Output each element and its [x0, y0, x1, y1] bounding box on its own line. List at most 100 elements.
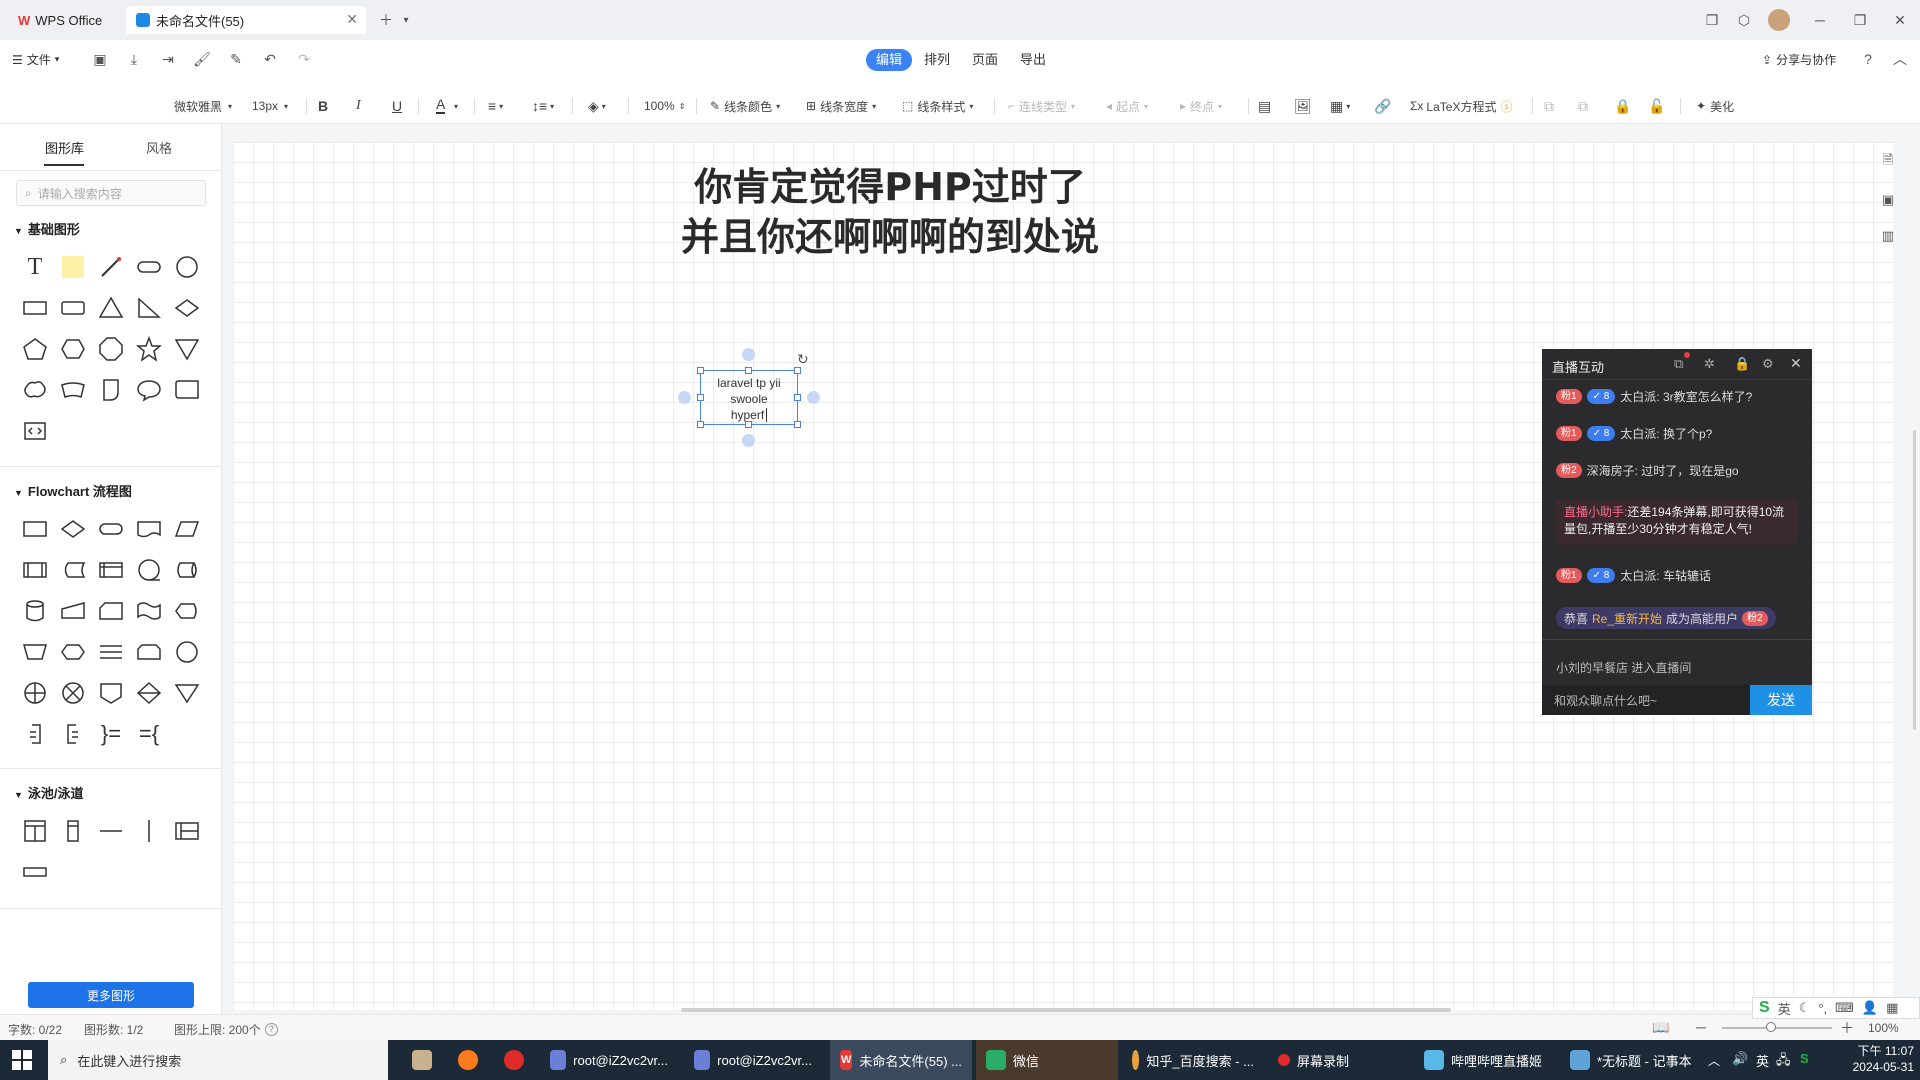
tab-wps-office[interactable]: W WPS Office — [8, 6, 120, 34]
connection-point[interactable] — [742, 434, 755, 447]
taskbar-task-notepad[interactable]: *无标题 - 记事本 — [1560, 1040, 1702, 1080]
tray-ime-indicator[interactable]: 英 — [1756, 1051, 1769, 1070]
stored-data-icon[interactable] — [58, 555, 88, 585]
layout-panel-icon[interactable]: ▣ — [1876, 188, 1900, 212]
sogou-tray-icon[interactable]: S — [1800, 1051, 1809, 1066]
mode-tab-page[interactable]: 页面 — [962, 49, 1008, 71]
taskbar-app-recorder[interactable] — [494, 1040, 534, 1080]
internal-storage-icon[interactable] — [96, 555, 126, 585]
swimlane-vertical-icon[interactable] — [58, 816, 88, 846]
database-icon[interactable] — [20, 596, 50, 626]
display-icon[interactable] — [172, 596, 202, 626]
vertical-separator-icon[interactable] — [134, 816, 164, 846]
right-triangle-icon[interactable] — [134, 293, 164, 323]
resize-handle[interactable] — [794, 421, 801, 428]
redo-icon[interactable]: ↷ — [294, 49, 314, 69]
restore-icon[interactable]: ❐ — [1850, 10, 1870, 30]
circle-icon[interactable] — [172, 252, 202, 282]
loop-limit-icon[interactable] — [134, 637, 164, 667]
connection-point[interactable] — [807, 391, 820, 404]
resize-handle[interactable] — [794, 394, 801, 401]
font-size-select[interactable]: 13px ▾ — [252, 96, 288, 116]
resize-handle[interactable] — [794, 367, 801, 374]
banner-shape-icon[interactable] — [58, 375, 88, 405]
taskbar-task-wechat[interactable]: 微信 — [976, 1040, 1118, 1080]
sticky-note-icon[interactable] — [58, 252, 88, 282]
swimlane-horizontal-icon[interactable] — [20, 816, 50, 846]
close-icon[interactable]: ✕ — [346, 11, 358, 28]
help-circle-icon[interactable]: ? — [264, 1023, 278, 1036]
terminator-icon[interactable] — [96, 514, 126, 544]
taskbar-task-wps[interactable]: W 未命名文件(55) ... — [830, 1040, 972, 1080]
format-painter-icon[interactable]: 🖌 — [192, 49, 212, 69]
file-menu[interactable]: ☰ 文件 ▾ — [12, 51, 59, 68]
line-color-button[interactable]: ✎ 线条颜色 ▾ — [710, 96, 780, 116]
mode-tab-export[interactable]: 导出 — [1010, 49, 1056, 71]
annotation-right-icon[interactable] — [20, 719, 50, 749]
end-point-button[interactable]: ▸ 终点 ▾ — [1180, 96, 1222, 116]
zoom-level[interactable]: 100% — [1868, 1021, 1899, 1035]
document-shape-icon[interactable] — [134, 514, 164, 544]
save-icon[interactable]: ▣ — [90, 49, 110, 69]
off-page-connector-icon[interactable] — [96, 678, 126, 708]
star-icon[interactable] — [134, 334, 164, 364]
canvas-title[interactable]: 你肯定觉得PHP过时了 并且你还啊啊啊的到处说 — [233, 162, 1547, 262]
align-icon[interactable]: ≡ ▾ — [488, 96, 503, 116]
beautify-button[interactable]: ✦ 美化 — [1696, 96, 1734, 116]
zoom-out-icon[interactable]: ─ — [1696, 1019, 1706, 1035]
start-point-button[interactable]: ◂ 起点 ▾ — [1106, 96, 1148, 116]
close-icon[interactable]: ✕ — [1790, 355, 1802, 372]
resize-handle[interactable] — [745, 367, 752, 374]
horizontal-scrollbar[interactable] — [681, 1008, 1451, 1012]
octagon-icon[interactable] — [96, 334, 126, 364]
direct-data-icon[interactable] — [172, 555, 202, 585]
collapse-icon[interactable]: ︿ — [1890, 49, 1910, 69]
speech-bubble-icon[interactable] — [134, 375, 164, 405]
resize-handle[interactable] — [697, 421, 704, 428]
underline-icon[interactable]: U — [392, 96, 402, 116]
search-input[interactable]: ⌕ 请输入搜索内容 — [16, 180, 206, 206]
code-block-icon[interactable] — [20, 416, 50, 446]
taskbar-search-box[interactable]: ⌕ 在此键入进行搜索 — [48, 1040, 388, 1080]
connector-circle-icon[interactable] — [172, 637, 202, 667]
punched-tape-icon[interactable] — [134, 596, 164, 626]
half-round-shape-icon[interactable] — [96, 375, 126, 405]
resize-handle[interactable] — [697, 367, 704, 374]
rectangle-icon[interactable] — [20, 293, 50, 323]
lock-icon[interactable]: 🔒 — [1614, 96, 1631, 116]
decision-icon[interactable] — [58, 514, 88, 544]
lane-icon[interactable] — [20, 857, 50, 887]
taskbar-task-bilibili[interactable]: 哔哩哔哩直播姬 — [1414, 1040, 1556, 1080]
group-icon[interactable]: ⧉ — [1544, 96, 1554, 116]
sequential-data-icon[interactable] — [134, 555, 164, 585]
image-icon[interactable]: 🖼 — [1294, 96, 1312, 116]
avatar[interactable] — [1768, 9, 1790, 31]
inverted-triangle-icon[interactable] — [172, 334, 202, 364]
window-layout-icon[interactable]: ❐ — [1702, 10, 1722, 30]
tab-current-document[interactable]: 未命名文件(55) ✕ — [126, 6, 366, 34]
horizontal-separator-icon[interactable] — [96, 816, 126, 846]
sort-icon[interactable] — [134, 678, 164, 708]
manual-operation-icon[interactable] — [20, 637, 50, 667]
parallel-mode-icon[interactable] — [96, 637, 126, 667]
brace-right-icon[interactable]: }= — [96, 719, 126, 749]
book-icon[interactable]: 📖 — [1652, 1019, 1669, 1036]
tray-chevron-up-icon[interactable]: ︿ — [1708, 1052, 1720, 1069]
calculator-icon[interactable]: ▦ ▾ — [1330, 96, 1350, 116]
minimize-icon[interactable]: ─ — [1810, 10, 1830, 30]
summing-junction-icon[interactable] — [20, 678, 50, 708]
pen-icon[interactable]: ✎ — [226, 49, 246, 69]
download-icon[interactable]: ⤓ — [124, 49, 144, 69]
data-io-icon[interactable] — [172, 514, 202, 544]
windows-start-icon[interactable] — [12, 1050, 32, 1070]
ime-toolbar[interactable]: S 英 ☾ °, ⌨ 👤 ▦ — [1752, 997, 1920, 1019]
taskbar-task-chrome[interactable]: 知乎_百度搜索 - ... — [1122, 1040, 1264, 1080]
section-basic-shapes[interactable]: ▼ 基础图形 — [14, 219, 80, 238]
bold-icon[interactable]: B — [318, 96, 328, 116]
taskbar-task-ssh-1[interactable]: root@iZ2vc2vr... — [540, 1040, 678, 1080]
send-button[interactable]: 发送 — [1750, 685, 1812, 715]
mode-tab-edit[interactable]: 编辑 — [866, 49, 913, 71]
lock-icon[interactable]: 🔒 — [1734, 356, 1750, 372]
line-spacing-icon[interactable]: ↕≡ ▾ — [532, 96, 554, 116]
zoom-slider-thumb[interactable] — [1766, 1022, 1776, 1032]
